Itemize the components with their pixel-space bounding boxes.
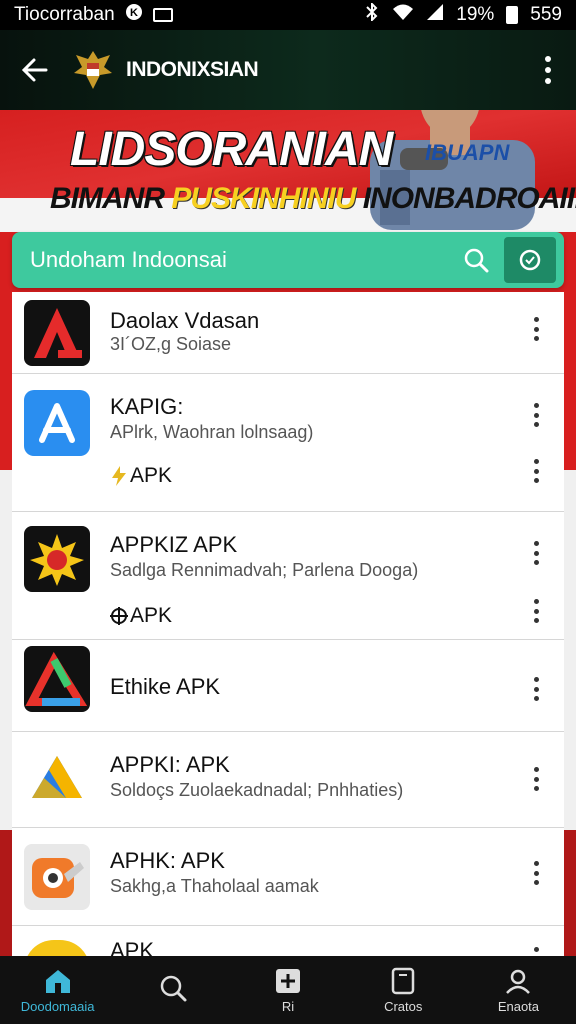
search-go-icon [519, 249, 541, 271]
item-menu-button[interactable] [528, 764, 544, 794]
item-menu-button[interactable] [528, 858, 544, 888]
list-item[interactable]: Daolax Vdasan 3I´OZ,g Soiase [12, 292, 564, 374]
app-list: Daolax Vdasan 3I´OZ,g Soiase KAPIG: APlr… [12, 292, 564, 956]
apk-tag: APK [110, 604, 172, 628]
bluetooth-icon [364, 1, 380, 27]
search-icon[interactable] [452, 236, 500, 284]
app-icon [24, 300, 90, 366]
app-title: Ethike APK [110, 674, 221, 699]
app-icon [24, 646, 90, 712]
nav-item-cratos[interactable]: Cratos [346, 956, 461, 1024]
overflow-menu-button[interactable] [538, 52, 558, 88]
target-icon [110, 607, 128, 625]
search-bar[interactable]: Undoham Indoonsai [12, 232, 564, 288]
back-button[interactable] [0, 30, 70, 110]
list-item[interactable]: APPKI: APK Soldoçs Zuolaekadnadal; Pnhha… [12, 732, 564, 828]
item-menu-button[interactable] [528, 456, 544, 486]
banner-title: LIDSORANIAN [70, 123, 393, 176]
nav-item-search[interactable] [115, 956, 230, 1024]
list-item[interactable]: KAPIG: APlrk, Waohran lolnsaag) APK [12, 374, 564, 512]
app-subtitle: 3I´OZ,g Soiase [110, 334, 232, 354]
wifi-icon [392, 3, 414, 27]
list-item[interactable]: Ethike APK [12, 640, 564, 732]
app-icon [24, 746, 90, 812]
app-title: APPKI: APK [110, 752, 230, 777]
app-subtitle: Sadlga Rennimadvah; Parlena Dooga) [110, 560, 419, 580]
nav-item-profile[interactable]: Enaota [461, 956, 576, 1024]
item-menu-button[interactable] [528, 674, 544, 704]
battery-percent: 19% [456, 4, 495, 25]
list-item[interactable]: APPKIZ APK Sadlga Rennimadvah; Parlena D… [12, 512, 564, 640]
app-icon [24, 940, 90, 956]
app-subtitle: Soldoçs Zuolaekadnadal; Pnhhaties) [110, 780, 404, 800]
app-subtitle: Sakhg,a Thaholaal aamak [110, 876, 319, 896]
notification-icon: K [125, 3, 143, 27]
nav-item-home[interactable]: Doodomaaia [0, 956, 115, 1024]
signal-icon [426, 3, 444, 27]
item-menu-button[interactable] [528, 944, 544, 956]
app-title: APPKIZ APK [110, 532, 238, 557]
banner-subtitle: BIMANR PUSKINHINIU INONBADROAII! [50, 182, 576, 215]
promo-banner[interactable]: IBUAPN LIDSORANIAN BIMANR PUSKINHINIU IN… [0, 110, 576, 232]
item-menu-button[interactable] [528, 314, 544, 344]
apk-tag: APK [110, 464, 172, 488]
app-title: INDONIXSIAN [126, 58, 259, 81]
clock: 559 [530, 4, 562, 25]
app-icon [24, 390, 90, 456]
search-submit-button[interactable] [504, 237, 556, 283]
item-menu-button[interactable] [528, 400, 544, 430]
search-icon [160, 975, 187, 1002]
lightning-icon [112, 466, 126, 486]
search-input[interactable]: Undoham Indoonsai [30, 247, 452, 273]
arrow-back-icon [21, 58, 48, 82]
list-item[interactable]: APHK: APK Sakhg,a Thaholaal aamak [12, 828, 564, 926]
app-icon [24, 526, 90, 592]
list-item[interactable]: APK [12, 926, 564, 956]
bottom-navigation: Doodomaaia Ri Cratos Enaota [0, 956, 576, 1024]
app-title: APHK: APK [110, 848, 225, 873]
app-icon [24, 844, 90, 910]
banner-badge: IBUAPN [425, 140, 510, 165]
garuda-emblem-icon [74, 51, 112, 89]
nav-item-add[interactable]: Ri [230, 956, 345, 1024]
home-icon [45, 969, 70, 993]
app-subtitle: APlrk, Waohran lolnsaag) [110, 422, 314, 442]
status-app-name: Tiocorraban [14, 4, 115, 25]
message-icon [152, 8, 173, 22]
app-bar: INDONIXSIAN [0, 30, 576, 110]
app-title: KAPIG: [110, 394, 184, 419]
item-menu-button[interactable] [528, 538, 544, 568]
tablet-icon [391, 967, 415, 994]
battery-icon [506, 6, 519, 24]
app-title: Daolax Vdasan [110, 308, 260, 333]
add-box-icon [276, 968, 300, 993]
svg-text:K: K [130, 7, 138, 19]
status-bar: Tiocorraban K 19% 559 [0, 0, 576, 30]
profile-icon [506, 969, 531, 994]
app-title: APK [110, 938, 155, 956]
item-menu-button[interactable] [528, 596, 544, 626]
